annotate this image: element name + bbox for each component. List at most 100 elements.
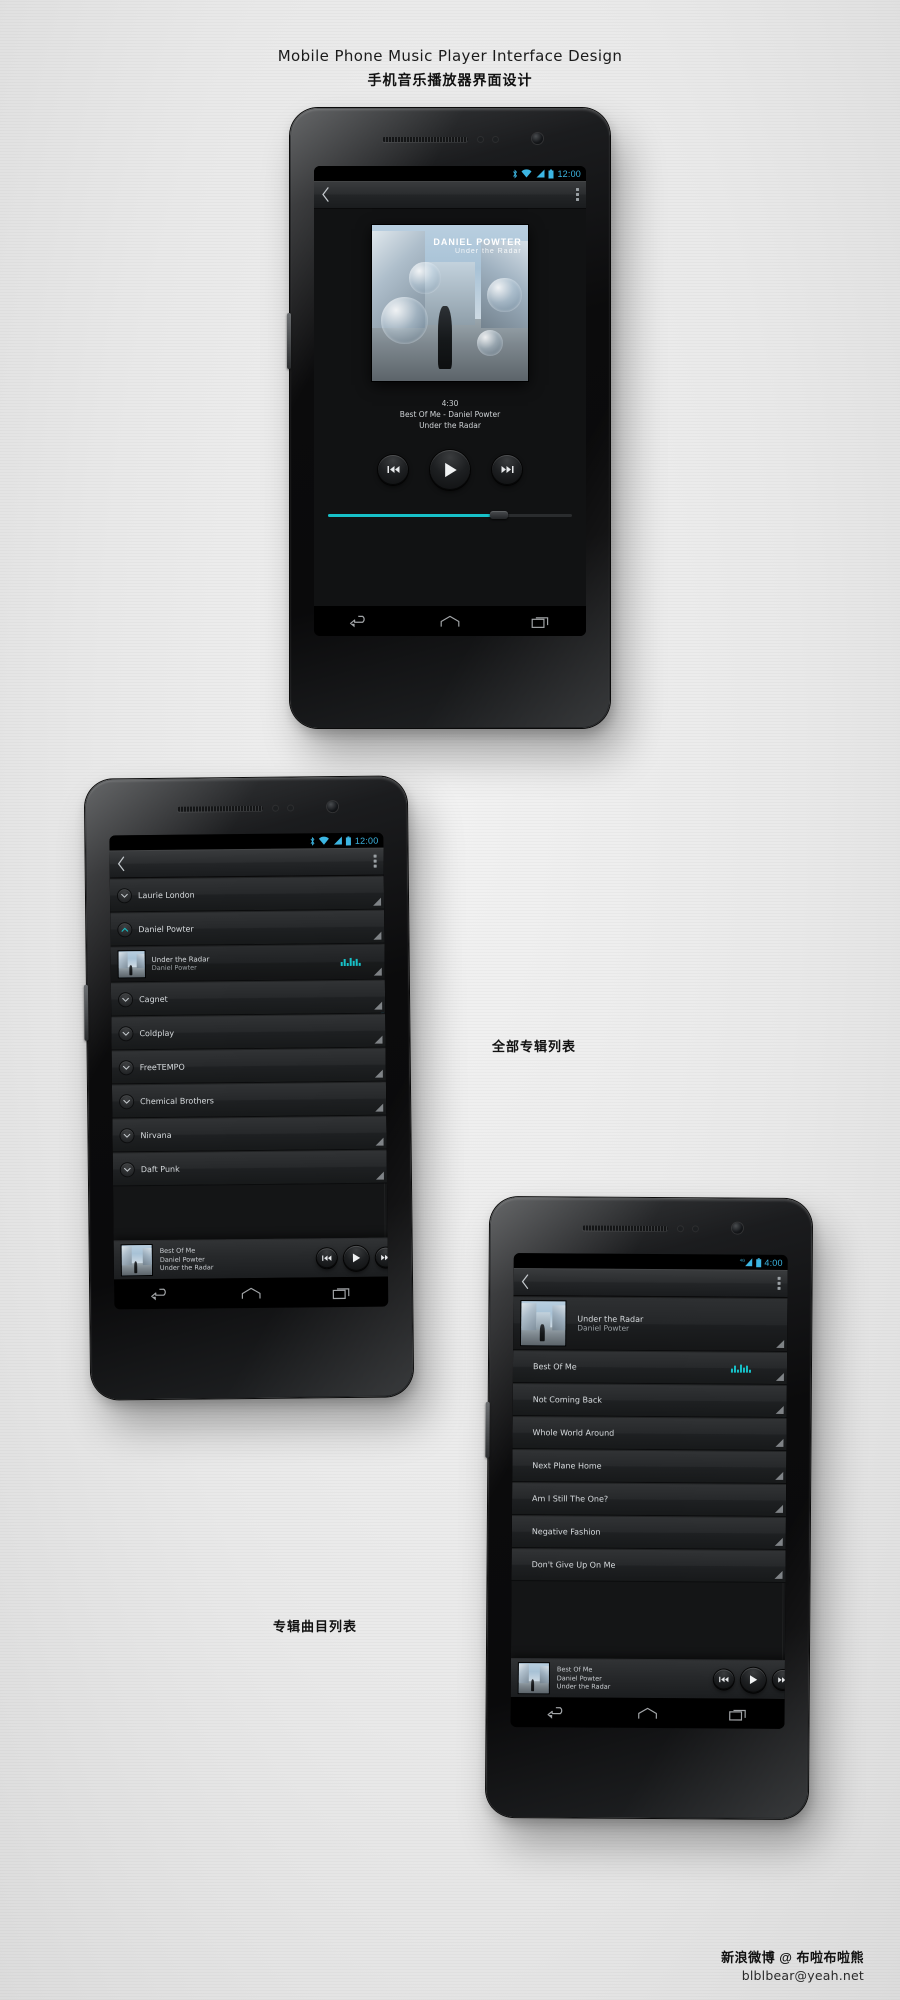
list-item[interactable]: Daniel Powter xyxy=(110,909,385,947)
expand-chevron-icon[interactable] xyxy=(117,888,132,902)
mini-player-meta: Best Of Me Daniel Powter Under the Radar xyxy=(557,1665,714,1692)
action-bar-3 xyxy=(513,1268,788,1298)
expand-chevron-icon[interactable] xyxy=(120,1094,134,1108)
volume-button-3[interactable] xyxy=(485,1401,490,1458)
drag-corner-icon[interactable] xyxy=(373,967,382,976)
back-chevron-icon[interactable] xyxy=(117,856,126,872)
track-list-item[interactable]: Whole World Around xyxy=(512,1416,787,1451)
mini-player-album-art xyxy=(121,1245,152,1276)
overflow-menu-icon[interactable] xyxy=(777,1276,781,1290)
mini-play-button[interactable] xyxy=(343,1245,369,1271)
phone-screen-bezel-3: 4G 4:00 Under the Radar Daniel Powter Be… xyxy=(510,1253,788,1729)
mini-previous-button[interactable] xyxy=(316,1248,337,1269)
drag-corner-icon[interactable] xyxy=(374,1035,383,1044)
back-nav-icon[interactable] xyxy=(348,614,370,629)
overflow-menu-icon[interactable] xyxy=(576,188,579,201)
mini-player-album: Under the Radar xyxy=(159,1263,214,1273)
drag-corner-icon[interactable] xyxy=(373,897,382,906)
battery-icon xyxy=(548,169,554,178)
drag-corner-icon[interactable] xyxy=(775,1372,784,1381)
drag-corner-icon[interactable] xyxy=(375,1103,384,1112)
list-item[interactable]: FreeTEMPO xyxy=(111,1047,386,1085)
volume-button[interactable] xyxy=(287,313,291,369)
track-list-item[interactable]: Next Plane Home xyxy=(512,1449,787,1484)
phone-device-track-list: 4G 4:00 Under the Radar Daniel Powter Be… xyxy=(485,1196,813,1820)
expand-chevron-icon[interactable] xyxy=(118,992,133,1006)
drag-corner-icon[interactable] xyxy=(776,1339,785,1348)
drag-corner-icon[interactable] xyxy=(375,1137,384,1146)
skip-next-icon xyxy=(381,1254,389,1261)
drag-corner-icon[interactable] xyxy=(774,1537,783,1546)
play-button[interactable] xyxy=(430,449,470,490)
wifi-icon xyxy=(521,169,532,178)
track-list-item[interactable]: Don't Give Up On Me xyxy=(511,1548,786,1583)
mini-player-3[interactable]: Best Of Me Daniel Powter Under the Radar xyxy=(510,1658,788,1700)
expand-chevron-icon[interactable] xyxy=(120,1162,134,1176)
recents-nav-icon[interactable] xyxy=(728,1706,750,1721)
mini-previous-button[interactable] xyxy=(713,1669,734,1690)
expand-chevron-icon[interactable] xyxy=(119,1026,133,1040)
album-header-row[interactable]: Under the Radar Daniel Powter xyxy=(513,1296,788,1352)
credit-email: blblbear@yeah.net xyxy=(741,1968,864,1983)
home-nav-icon[interactable] xyxy=(637,1705,659,1720)
expand-chevron-icon[interactable] xyxy=(119,1060,133,1074)
overflow-menu-icon[interactable] xyxy=(373,854,377,868)
page-title-cn: 手机音乐播放器界面设计 xyxy=(367,72,533,88)
track-list-item[interactable]: Not Coming Back xyxy=(512,1383,787,1418)
album-header-artist: Daniel Powter xyxy=(577,1323,630,1333)
next-button[interactable] xyxy=(492,454,522,485)
seek-bar[interactable] xyxy=(328,511,572,520)
recents-nav-icon[interactable] xyxy=(530,614,552,629)
album-thumbnail xyxy=(118,951,145,978)
drag-corner-icon[interactable] xyxy=(373,931,382,940)
mini-player-meta: Best Of Me Daniel Powter Under the Radar xyxy=(160,1245,317,1273)
list-item[interactable]: Nirvana xyxy=(112,1115,387,1153)
proximity-sensor-3 xyxy=(677,1226,683,1232)
phone-device-album-list: 12:00 Laurie London Daniel Powter Under … xyxy=(83,776,414,1400)
drag-corner-icon[interactable] xyxy=(774,1504,784,1513)
expand-chevron-icon[interactable] xyxy=(120,1128,134,1142)
status-bar-clock-2: 12:00 xyxy=(354,835,379,846)
album-list-item[interactable]: Under the Radar Daniel Powter xyxy=(110,943,385,983)
home-nav-icon[interactable] xyxy=(439,614,461,629)
drag-corner-icon[interactable] xyxy=(775,1405,784,1414)
list-item-label: Daft Punk xyxy=(140,1164,180,1174)
back-nav-icon[interactable] xyxy=(545,1705,567,1720)
drag-corner-icon[interactable] xyxy=(775,1471,784,1480)
recents-nav-icon[interactable] xyxy=(331,1284,353,1299)
mini-next-button[interactable] xyxy=(375,1247,389,1268)
track-list[interactable]: Under the Radar Daniel Powter Best Of Me… xyxy=(510,1296,788,1662)
track-list-item[interactable]: Am I Still The One? xyxy=(511,1482,787,1517)
back-chevron-icon[interactable] xyxy=(321,187,330,202)
seek-bar-thumb[interactable] xyxy=(489,511,508,520)
drag-corner-icon[interactable] xyxy=(774,1570,783,1579)
list-item[interactable]: Chemical Brothers xyxy=(111,1081,387,1119)
drag-corner-icon[interactable] xyxy=(374,1001,383,1010)
mini-next-button[interactable] xyxy=(772,1669,788,1691)
list-item-label: FreeTEMPO xyxy=(139,1062,185,1072)
track-list-item[interactable]: Best Of Me xyxy=(512,1350,788,1385)
list-item[interactable]: Daft Punk xyxy=(112,1149,388,1187)
collapse-chevron-icon[interactable] xyxy=(118,922,132,936)
list-item-label: Laurie London xyxy=(137,890,195,900)
track-list-item[interactable]: Negative Fashion xyxy=(511,1515,786,1550)
back-chevron-icon[interactable] xyxy=(521,1274,530,1289)
svg-text:4G: 4G xyxy=(739,1258,744,1263)
back-nav-icon[interactable] xyxy=(149,1286,171,1301)
list-item[interactable]: Cagnet xyxy=(110,979,386,1017)
home-nav-icon[interactable] xyxy=(240,1285,262,1300)
mini-player[interactable]: Best Of Me Daniel Powter Under the Radar xyxy=(113,1237,389,1280)
list-item-label: Cagnet xyxy=(139,994,168,1004)
list-item[interactable]: Laurie London xyxy=(109,875,385,913)
previous-button[interactable] xyxy=(378,454,408,485)
album-art[interactable]: DANIEL POWTER Under the Radar xyxy=(372,225,528,381)
artist-list[interactable]: Laurie London Daniel Powter Under the Ra… xyxy=(109,875,388,1243)
drag-corner-icon[interactable] xyxy=(375,1171,384,1180)
list-item[interactable]: Coldplay xyxy=(111,1013,386,1051)
annotation-album-tracks: 专辑曲目列表 xyxy=(273,1619,358,1634)
mini-play-button[interactable] xyxy=(740,1667,766,1693)
volume-button-2[interactable] xyxy=(83,984,89,1041)
drag-corner-icon[interactable] xyxy=(374,1069,383,1078)
skip-previous-icon xyxy=(387,466,399,474)
drag-corner-icon[interactable] xyxy=(775,1438,784,1447)
